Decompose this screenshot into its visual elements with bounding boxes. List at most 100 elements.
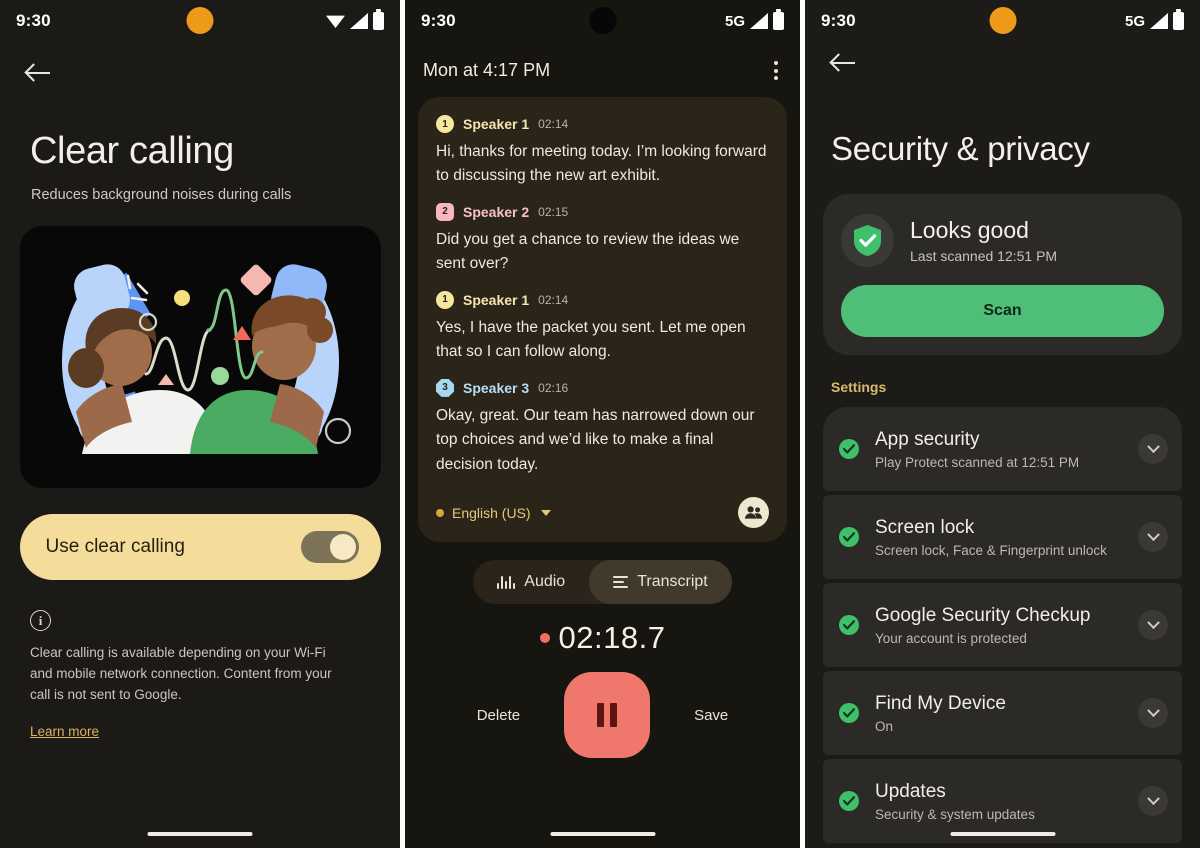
shield-check-icon xyxy=(841,214,894,267)
pause-button[interactable] xyxy=(564,672,651,759)
list-item-title: Google Security Checkup xyxy=(875,604,1091,626)
list-item-title: Find My Device xyxy=(875,692,1006,714)
transcript-entry: 3 Speaker 3 02:16 Okay, great. Our team … xyxy=(436,378,769,477)
transcript-entry-head: 1 Speaker 1 02:14 xyxy=(436,115,769,133)
speaker-badge-icon: 2 xyxy=(436,202,454,221)
recording-date: Mon at 4:17 PM xyxy=(423,60,551,80)
chevron-down-icon xyxy=(540,509,551,516)
tab-transcript-label: Transcript xyxy=(637,573,708,591)
list-item-subtitle: Security & system updates xyxy=(875,806,1035,822)
use-clear-calling-toggle-card[interactable]: Use clear calling xyxy=(19,514,381,580)
phone-security-privacy: 9:30 5G Security & privacy Looks good La… xyxy=(805,0,1200,848)
camera-punchhole-icon xyxy=(186,7,214,34)
speaker-timestamp: 02:14 xyxy=(538,292,569,307)
security-status-subtitle: Last scanned 12:51 PM xyxy=(910,248,1058,264)
speaker-labels-button[interactable] xyxy=(738,497,769,529)
toggle-label: Use clear calling xyxy=(45,536,185,557)
page-subtitle: Reduces background noises during calls xyxy=(31,187,292,203)
audio-transcript-tabbar: Audio Transcript xyxy=(405,560,800,605)
back-arrow-icon[interactable] xyxy=(831,50,857,76)
expand-button[interactable] xyxy=(1138,786,1168,816)
clear-calling-switch[interactable] xyxy=(300,531,359,563)
recording-controls: Delete Save xyxy=(405,672,800,759)
list-item-title: Screen lock xyxy=(875,516,975,538)
recording-header: Mon at 4:17 PM xyxy=(405,42,800,81)
check-circle-icon xyxy=(839,439,859,459)
speaker-badge-icon: 1 xyxy=(436,115,454,133)
security-status-title: Looks good xyxy=(910,217,1029,243)
home-indicator[interactable] xyxy=(950,832,1055,836)
list-item-texts: Google Security Checkup Your account is … xyxy=(875,605,1138,646)
delete-button[interactable]: Delete xyxy=(477,707,520,724)
transcript-text: Hi, thanks for meeting today. I’m lookin… xyxy=(436,143,767,185)
phone-clear-calling: 9:30 Clear calling Reduces background no… xyxy=(0,0,400,848)
expand-button[interactable] xyxy=(1138,610,1168,640)
transcript-entry-head: 3 Speaker 3 02:16 xyxy=(436,378,769,397)
transcript-entry-head: 2 Speaker 2 02:15 xyxy=(436,202,769,221)
language-label: English (US) xyxy=(452,504,531,521)
recording-timer: 02:18.7 xyxy=(558,620,666,656)
tab-audio-label: Audio xyxy=(524,573,566,591)
home-indicator[interactable] xyxy=(550,832,655,836)
status-icons: 5G xyxy=(724,9,784,30)
tabs: Audio Transcript xyxy=(473,560,732,605)
status-time: 9:30 xyxy=(421,11,456,30)
speaker-badge-icon: 3 xyxy=(436,378,454,397)
list-item-google-security-checkup[interactable]: Google Security Checkup Your account is … xyxy=(823,583,1182,667)
security-status-card: Looks good Last scanned 12:51 PM Scan xyxy=(823,194,1182,355)
list-item-texts: Screen lock Screen lock, Face & Fingerpr… xyxy=(875,517,1138,558)
list-item-title: App security xyxy=(875,428,980,450)
status-time: 9:30 xyxy=(821,11,856,30)
status-bar: 9:30 5G xyxy=(805,0,1200,42)
learn-more-link[interactable]: Learn more xyxy=(30,724,99,739)
tab-audio[interactable]: Audio xyxy=(473,560,589,604)
more-options-icon[interactable] xyxy=(774,61,778,80)
speaker-timestamp: 02:15 xyxy=(538,204,569,219)
chevron-down-icon xyxy=(1146,615,1160,629)
signal-icon xyxy=(750,13,768,29)
status-bar: 9:30 xyxy=(0,0,400,42)
network-label: 5G xyxy=(724,12,745,30)
back-bar xyxy=(805,42,1200,76)
chevron-down-icon xyxy=(1146,439,1160,453)
check-circle-icon xyxy=(839,527,859,547)
expand-button[interactable] xyxy=(1138,522,1168,552)
battery-icon xyxy=(373,9,384,30)
three-phone-screenshots: 9:30 Clear calling Reduces background no… xyxy=(0,0,1200,848)
list-item-app-security[interactable]: App security Play Protect scanned at 12:… xyxy=(823,407,1182,491)
chevron-down-icon xyxy=(1146,791,1160,805)
settings-section-label: Settings xyxy=(831,379,887,395)
transcript-text: Yes, I have the packet you sent. Let me … xyxy=(436,318,746,361)
signal-icon xyxy=(350,13,368,29)
transcript-entry: 1 Speaker 1 02:14 Yes, I have the packet… xyxy=(436,290,769,365)
transcript-text: Okay, great. Our team has narrowed down … xyxy=(436,406,755,473)
speaker-timestamp: 02:16 xyxy=(538,380,569,395)
waveform-icon xyxy=(497,575,516,590)
back-arrow-icon[interactable] xyxy=(26,60,52,86)
scan-button[interactable]: Scan xyxy=(841,285,1164,337)
recording-timer-row: 02:18.7 xyxy=(405,620,800,656)
speaker-name: Speaker 2 xyxy=(463,203,530,220)
security-status-texts: Looks good Last scanned 12:51 PM xyxy=(910,217,1057,264)
home-indicator[interactable] xyxy=(147,832,253,836)
speaker-name: Speaker 3 xyxy=(463,379,530,396)
security-settings-list: App security Play Protect scanned at 12:… xyxy=(805,407,1200,843)
status-bar: 9:30 5G xyxy=(405,0,800,42)
check-circle-icon xyxy=(839,615,859,635)
list-item-updates[interactable]: Updates Security & system updates xyxy=(823,759,1182,843)
list-item-find-my-device[interactable]: Find My Device On xyxy=(823,671,1182,755)
list-item-screen-lock[interactable]: Screen lock Screen lock, Face & Fingerpr… xyxy=(823,495,1182,579)
tab-transcript[interactable]: Transcript xyxy=(589,560,732,605)
language-selector[interactable]: English (US) xyxy=(436,505,551,521)
list-item-texts: App security Play Protect scanned at 12:… xyxy=(875,429,1138,470)
speaker-name: Speaker 1 xyxy=(463,116,530,132)
speaker-badge-icon: 1 xyxy=(436,290,454,309)
list-item-texts: Updates Security & system updates xyxy=(875,781,1138,822)
speaker-name: Speaker 1 xyxy=(463,291,530,308)
expand-button[interactable] xyxy=(1138,434,1168,464)
save-button[interactable]: Save xyxy=(694,707,728,724)
chevron-down-icon xyxy=(1146,527,1160,541)
list-item-texts: Find My Device On xyxy=(875,693,1138,734)
list-item-subtitle: Your account is protected xyxy=(875,630,1027,646)
expand-button[interactable] xyxy=(1138,698,1168,728)
